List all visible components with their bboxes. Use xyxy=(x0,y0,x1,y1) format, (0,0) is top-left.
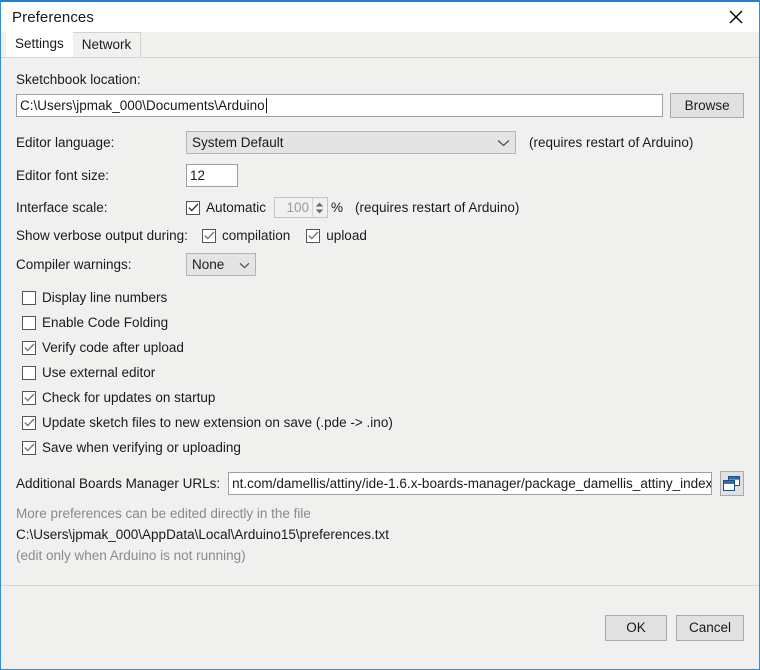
cancel-button[interactable]: Cancel xyxy=(676,614,744,641)
tab-settings-label: Settings xyxy=(15,36,64,51)
preferences-dialog: Preferences Settings Network Sketchbook … xyxy=(0,0,760,670)
ok-button[interactable]: OK xyxy=(605,614,667,641)
check-icon xyxy=(23,393,34,402)
tab-strip: Settings Network xyxy=(1,32,759,57)
checkbox-box xyxy=(22,340,36,355)
checkbox-box xyxy=(22,390,36,405)
tab-settings[interactable]: Settings xyxy=(6,32,73,57)
chevron-down-icon xyxy=(315,209,324,213)
chevron-up-icon xyxy=(315,202,324,206)
checkbox-box xyxy=(202,228,216,243)
interface-scale-value: 100 xyxy=(286,200,310,215)
verbose-compilation-checkbox[interactable]: compilation xyxy=(202,228,290,243)
editor-font-size-input[interactable]: 12 xyxy=(186,164,238,187)
tab-network-label: Network xyxy=(81,37,132,52)
editor-font-size-row: Editor font size: 12 xyxy=(16,164,744,187)
boards-manager-expand-button[interactable] xyxy=(719,471,744,496)
checkbox-box xyxy=(306,228,321,243)
dialog-button-bar: OK Cancel xyxy=(1,585,759,669)
editor-language-value: System Default xyxy=(192,135,284,150)
interface-scale-automatic-checkbox[interactable]: Automatic xyxy=(186,200,266,215)
interface-scale-automatic-label: Automatic xyxy=(206,200,267,215)
checkbox-box xyxy=(186,200,200,215)
tab-network[interactable]: Network xyxy=(71,32,142,57)
checkbox-label: Display line numbers xyxy=(42,290,168,305)
checkbox-save-when-verifying-or-uploading[interactable]: Save when verifying or uploading xyxy=(22,435,744,460)
preferences-note-line-1: More preferences can be edited directly … xyxy=(16,506,311,521)
checkbox-display-line-numbers[interactable]: Display line numbers xyxy=(22,285,744,310)
verbose-output-label: Show verbose output during: xyxy=(16,228,188,243)
window-title: Preferences xyxy=(12,8,94,26)
close-icon xyxy=(729,10,743,24)
check-icon xyxy=(308,231,319,240)
checkbox-verify-code-after-upload[interactable]: Verify code after upload xyxy=(22,335,744,360)
check-icon xyxy=(23,443,34,452)
interface-scale-note: (requires restart of Arduino) xyxy=(355,200,520,215)
checkbox-label: Update sketch files to new extension on … xyxy=(42,415,393,430)
compiler-warnings-value: None xyxy=(192,257,225,272)
sketchbook-location-value: C:\Users\jpmak_000\Documents\Arduino xyxy=(20,98,265,113)
editor-language-select[interactable]: System Default xyxy=(186,131,516,154)
sketchbook-location-group: Sketchbook location: C:\Users\jpmak_000\… xyxy=(16,72,744,118)
compiler-warnings-label: Compiler warnings: xyxy=(16,257,132,272)
checkbox-box xyxy=(22,440,36,455)
options-checkbox-list: Display line numbers Enable Code Folding… xyxy=(16,285,744,460)
editor-language-row: Editor language: System Default (require… xyxy=(16,131,744,154)
interface-scale-stepper[interactable]: 100 xyxy=(274,197,329,218)
preferences-file-path: C:\Users\jpmak_000\AppData\Local\Arduino… xyxy=(16,527,389,542)
checkbox-check-for-updates-on-startup[interactable]: Check for updates on startup xyxy=(22,385,744,410)
checkbox-box xyxy=(22,315,36,330)
checkbox-box xyxy=(22,365,36,380)
checkbox-label: Verify code after upload xyxy=(42,340,184,355)
interface-scale-label: Interface scale: xyxy=(16,200,108,215)
interface-scale-row: Interface scale: Automatic 100 % (requir… xyxy=(16,197,744,218)
checkbox-label: Enable Code Folding xyxy=(42,315,169,330)
title-bar: Preferences xyxy=(1,2,759,32)
boards-manager-urls-row: Additional Boards Manager URLs: nt.com/d… xyxy=(16,471,744,496)
browse-button[interactable]: Browse xyxy=(670,93,744,118)
ok-button-label: OK xyxy=(626,620,646,635)
checkbox-box xyxy=(22,290,36,305)
verbose-upload-checkbox[interactable]: upload xyxy=(306,228,367,243)
checkbox-label: Check for updates on startup xyxy=(42,390,216,405)
verbose-compilation-label: compilation xyxy=(222,228,291,243)
check-icon xyxy=(23,418,34,427)
chevron-down-icon xyxy=(497,135,510,150)
editor-language-label: Editor language: xyxy=(16,135,115,150)
preferences-file-note: More preferences can be edited directly … xyxy=(16,506,744,563)
check-icon xyxy=(203,231,214,240)
stepper-arrows[interactable] xyxy=(312,198,327,217)
check-icon xyxy=(23,343,34,352)
checkbox-use-external-editor[interactable]: Use external editor xyxy=(22,360,744,385)
interface-scale-percent-label: % xyxy=(331,200,344,215)
settings-panel: Sketchbook location: C:\Users\jpmak_000\… xyxy=(1,57,759,585)
chevron-down-icon xyxy=(239,257,250,272)
checkbox-enable-code-folding[interactable]: Enable Code Folding xyxy=(22,310,744,335)
verbose-upload-label: upload xyxy=(326,228,367,243)
checkbox-label: Save when verifying or uploading xyxy=(42,440,241,455)
close-button[interactable] xyxy=(713,2,759,32)
open-window-icon xyxy=(723,476,741,491)
preferences-note-line-3: (edit only when Arduino is not running) xyxy=(16,548,246,563)
sketchbook-location-input[interactable]: C:\Users\jpmak_000\Documents\Arduino xyxy=(16,94,664,117)
sketchbook-location-label: Sketchbook location: xyxy=(16,72,141,87)
verbose-output-row: Show verbose output during: compilation xyxy=(16,228,744,243)
cancel-button-label: Cancel xyxy=(688,620,732,635)
editor-font-size-value: 12 xyxy=(190,168,206,183)
check-icon xyxy=(187,203,198,212)
boards-manager-urls-label: Additional Boards Manager URLs: xyxy=(16,476,221,491)
editor-font-size-label: Editor font size: xyxy=(16,168,110,183)
boards-manager-urls-value: nt.com/damellis/attiny/ide-1.6.x-boards-… xyxy=(232,476,712,491)
checkbox-label: Use external editor xyxy=(42,365,156,380)
editor-language-note: (requires restart of Arduino) xyxy=(529,135,694,150)
text-caret xyxy=(265,98,267,113)
boards-manager-urls-input[interactable]: nt.com/damellis/attiny/ide-1.6.x-boards-… xyxy=(228,472,712,495)
checkbox-update-sketch-files-extension[interactable]: Update sketch files to new extension on … xyxy=(22,410,744,435)
compiler-warnings-select[interactable]: None xyxy=(186,253,256,276)
checkbox-box xyxy=(22,415,36,430)
browse-button-label: Browse xyxy=(684,98,730,113)
compiler-warnings-row: Compiler warnings: None xyxy=(16,253,744,276)
